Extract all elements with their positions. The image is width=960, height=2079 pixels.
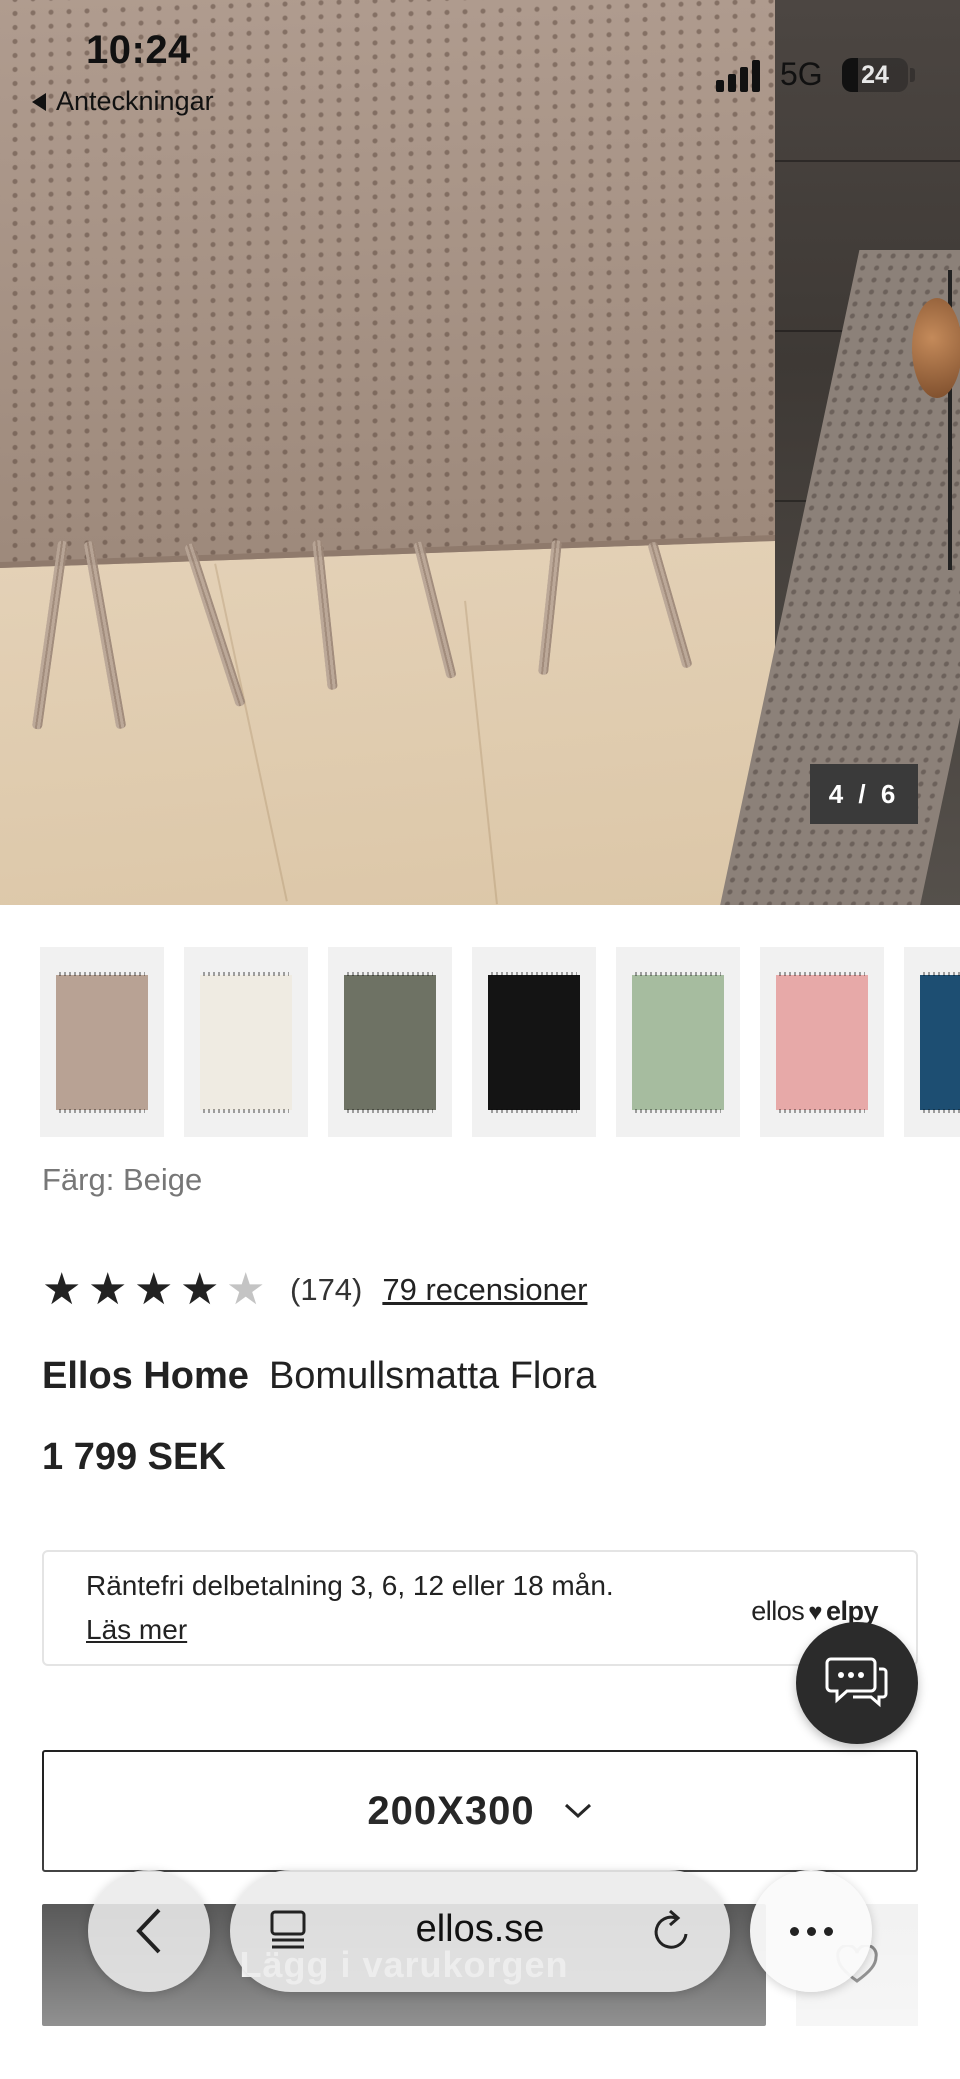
browser-back-button[interactable] [88, 1870, 210, 1992]
floor-plank [775, 160, 960, 162]
swatch-rug-preview [200, 972, 292, 1113]
reload-icon[interactable] [650, 1908, 694, 1954]
more-options-button[interactable] [750, 1870, 872, 1992]
color-swatch[interactable] [616, 947, 740, 1137]
decor-object [912, 298, 960, 398]
rating-stars: ★ ★ ★ ★ ★ [42, 1268, 268, 1312]
fringe [413, 540, 457, 680]
back-triangle-icon [32, 92, 46, 111]
swatch-rug-preview [776, 972, 868, 1113]
product-name: Bomullsmatta Flora [268, 1355, 597, 1397]
payment-text: Räntefri delbetalning 3, 6, 12 eller 18 … [86, 1570, 614, 1601]
size-value: 200X300 [367, 1788, 535, 1833]
swatch-rug-preview [488, 972, 580, 1113]
chat-button[interactable] [796, 1622, 918, 1744]
fringe [537, 539, 563, 676]
star-icon: ★ [88, 1265, 128, 1314]
fringe [31, 540, 69, 730]
color-swatch-list [40, 947, 960, 1137]
image-counter: 4 / 6 [810, 764, 918, 824]
color-swatch[interactable] [760, 947, 884, 1137]
rating-row: ★ ★ ★ ★ ★ (174) 79 recensioner [42, 1268, 587, 1312]
fringe [312, 539, 338, 691]
chevron-left-icon [136, 1908, 161, 1954]
product-image-gallery[interactable]: 4 / 6 [0, 0, 960, 905]
payment-info-box: Räntefri delbetalning 3, 6, 12 eller 18 … [42, 1550, 918, 1666]
rating-count: (174) [290, 1272, 363, 1307]
swatch-rug-preview [632, 972, 724, 1113]
color-swatch[interactable] [904, 947, 960, 1137]
more-dot [823, 1926, 833, 1936]
product-brand: Ellos Home [42, 1355, 249, 1397]
battery-level: 24 [861, 61, 889, 89]
more-dot [789, 1926, 799, 1936]
swatch-rug-preview [56, 972, 148, 1113]
product-price: 1 799 SEK [42, 1436, 226, 1478]
back-app-label: Anteckningar [56, 86, 214, 116]
star-icon: ★ [226, 1265, 266, 1314]
address-bar[interactable]: ellos.se [230, 1870, 730, 1992]
product-image-current[interactable] [0, 0, 775, 905]
network-type: 5G [780, 56, 823, 92]
status-time: 10:24 [86, 28, 191, 72]
swatch-rug-preview [920, 972, 960, 1113]
logo-ellos: ellos [751, 1596, 805, 1626]
reviews-link[interactable]: 79 recensioner [382, 1272, 587, 1308]
battery-icon: 24 [842, 58, 908, 92]
fringe [83, 540, 127, 730]
signal-icon [716, 56, 760, 92]
more-dot [806, 1926, 816, 1936]
battery-cap [910, 68, 915, 82]
product-title: Ellos Home Bomullsmatta Flora [42, 1355, 596, 1398]
floor-line [214, 563, 288, 902]
star-icon: ★ [180, 1265, 220, 1314]
color-swatch[interactable] [472, 947, 596, 1137]
size-dropdown[interactable]: 200X300 [42, 1750, 918, 1872]
chat-bubbles-icon [825, 1657, 888, 1708]
color-swatch[interactable] [40, 947, 164, 1137]
heart-logo-icon: ♥ [808, 1599, 822, 1626]
fringe [647, 541, 693, 669]
chevron-down-icon [564, 1803, 591, 1819]
color-swatch[interactable] [328, 947, 452, 1137]
read-more-link[interactable]: Läs mer [86, 1614, 187, 1646]
floor-line [464, 600, 498, 905]
star-icon: ★ [42, 1265, 82, 1314]
color-swatch[interactable] [184, 947, 308, 1137]
swatch-rug-preview [344, 972, 436, 1113]
star-icon: ★ [134, 1265, 174, 1314]
color-label: Färg: Beige [42, 1162, 203, 1197]
back-to-app-link[interactable]: Anteckningar [32, 86, 214, 117]
